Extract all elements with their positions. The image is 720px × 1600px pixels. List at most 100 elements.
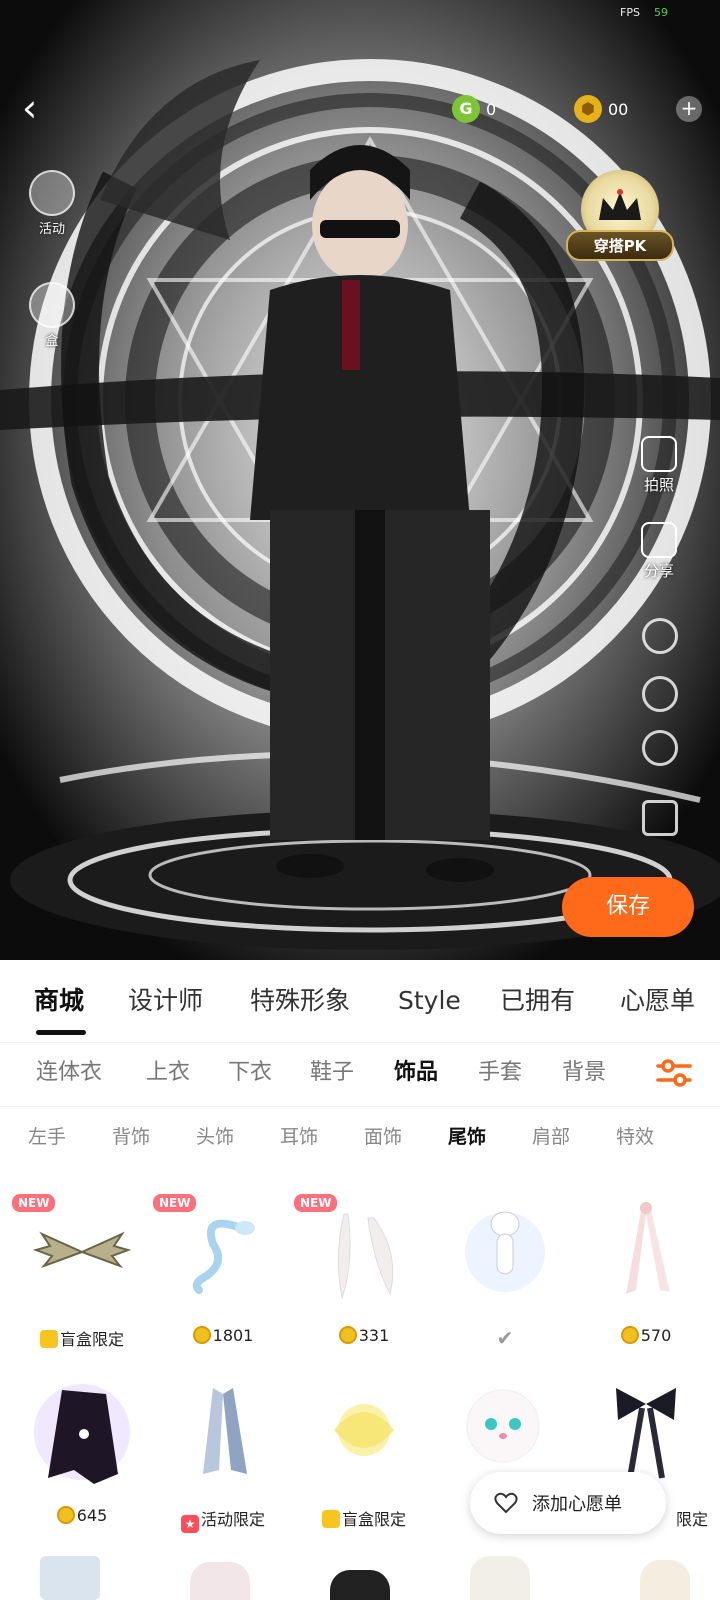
item-price-text: 331 xyxy=(358,1326,390,1345)
category-gloves[interactable]: 手套 xyxy=(478,1050,522,1096)
coin-icon xyxy=(192,1326,211,1344)
blind-box-button[interactable]: 盒 xyxy=(24,282,80,349)
item-card[interactable]: 645 xyxy=(12,1366,152,1546)
subtab-back[interactable]: 背饰 xyxy=(112,1116,150,1158)
category-top[interactable]: 上衣 xyxy=(146,1050,190,1096)
photo-button[interactable]: 拍照 xyxy=(634,436,684,495)
item-price-text: 645 xyxy=(76,1506,108,1525)
tab-style[interactable]: Style xyxy=(398,960,461,1042)
gender-switch-icon[interactable] xyxy=(642,800,678,836)
coin-icon xyxy=(338,1326,357,1344)
event-star-icon: ★ xyxy=(180,1515,199,1533)
subtab-ear[interactable]: 耳饰 xyxy=(280,1116,318,1158)
subtab-tail[interactable]: 尾饰 xyxy=(448,1116,486,1158)
checkmark-icon: ✔ xyxy=(496,1326,514,1350)
category-onepiece[interactable]: 连体衣 xyxy=(36,1050,102,1096)
item-card-partial[interactable] xyxy=(470,1556,530,1600)
camera-icon xyxy=(641,436,677,472)
main-tabs: 商城 设计师 特殊形象 Style 已拥有 心愿单 xyxy=(0,960,720,1042)
new-badge: NEW xyxy=(153,1194,197,1212)
cat-pendant-image xyxy=(465,1211,545,1292)
item-card[interactable]: 570 xyxy=(576,1186,716,1366)
photo-label: 拍照 xyxy=(643,476,674,494)
item-price-text: 570 xyxy=(640,1326,672,1345)
share-icon xyxy=(641,522,677,558)
tab-wishlist[interactable]: 心愿单 xyxy=(620,960,695,1042)
activity-button[interactable]: 活动 xyxy=(24,170,80,237)
magic-circle-background xyxy=(0,0,720,960)
item-price: 331 xyxy=(294,1326,434,1345)
rotate-icon[interactable] xyxy=(642,618,678,654)
avatar-scene[interactable]: FPS 59 ‹ G 0 ⬢ 00 + 活动 盒 穿搭PK 拍照 分享 保存 xyxy=(0,0,720,960)
category-accessories[interactable]: 饰品 xyxy=(394,1050,438,1096)
tab-designer[interactable]: 设计师 xyxy=(128,960,203,1042)
coin-icon xyxy=(56,1506,75,1524)
subtab-head[interactable]: 头饰 xyxy=(196,1116,234,1158)
share-label: 分享 xyxy=(643,562,674,580)
g-currency-value: 0 xyxy=(486,99,497,119)
item-card-partial[interactable] xyxy=(330,1570,390,1600)
item-price-text: 盲盒限定 xyxy=(341,1510,406,1529)
filter-icon[interactable] xyxy=(656,1056,692,1090)
item-card-partial[interactable] xyxy=(190,1562,250,1600)
item-price: 盲盒限定 xyxy=(294,1506,434,1530)
item-price: 1801 xyxy=(153,1326,293,1345)
add-currency-button[interactable]: + xyxy=(676,96,702,122)
save-button[interactable]: 保存 xyxy=(562,877,694,937)
item-card[interactable]: NEW 1801 xyxy=(153,1186,293,1366)
g-currency: G 0 xyxy=(452,94,496,124)
item-card[interactable]: NEW 盲盒限定 xyxy=(12,1186,152,1366)
new-badge: NEW xyxy=(294,1194,338,1212)
coin-currency-value: 00 xyxy=(608,99,629,119)
blind-box-icon xyxy=(39,1330,58,1348)
pink-ribbons-image xyxy=(626,1202,670,1294)
category-shoes[interactable]: 鞋子 xyxy=(310,1050,354,1096)
dark-cape-image xyxy=(34,1384,130,1484)
subtab-left-hand[interactable]: 左手 xyxy=(28,1116,66,1158)
divider xyxy=(0,1042,720,1043)
tab-owned[interactable]: 已拥有 xyxy=(500,960,575,1042)
outfit-pk-label: 穿搭PK xyxy=(566,230,674,261)
owned-indicator: ✔ xyxy=(435,1326,575,1350)
undo-icon[interactable] xyxy=(642,676,678,712)
divider xyxy=(0,1106,720,1107)
share-button[interactable]: 分享 xyxy=(634,522,684,581)
item-card-partial[interactable] xyxy=(640,1560,690,1600)
g-coin-icon: G xyxy=(452,95,480,123)
category-bottom[interactable]: 下衣 xyxy=(228,1050,272,1096)
new-badge: NEW xyxy=(12,1194,56,1212)
gold-coin-icon: ⬢ xyxy=(574,95,602,123)
category-background[interactable]: 背景 xyxy=(562,1050,606,1096)
heart-icon xyxy=(494,1492,518,1514)
item-price-text: 限定 xyxy=(675,1510,708,1529)
active-tab-indicator xyxy=(36,1030,86,1035)
subtab-face[interactable]: 面饰 xyxy=(364,1116,402,1158)
item-card[interactable]: 盲盒限定 xyxy=(294,1366,434,1546)
item-price-text: 活动限定 xyxy=(200,1510,265,1529)
subtab-effects[interactable]: 特效 xyxy=(616,1116,654,1158)
item-price: 570 xyxy=(576,1326,716,1345)
back-arrow-icon[interactable]: ‹ xyxy=(22,88,58,128)
fps-counter: FPS 59 xyxy=(620,6,668,19)
outfit-pk-button[interactable]: 穿搭PK xyxy=(566,170,674,261)
wishlist-label: 添加心愿单 xyxy=(532,1494,622,1515)
item-price: 盲盒限定 xyxy=(12,1326,152,1350)
subtab-shoulder[interactable]: 肩部 xyxy=(532,1116,570,1158)
item-card[interactable]: ✔ xyxy=(435,1186,575,1366)
redo-icon[interactable] xyxy=(642,730,678,766)
item-card-partial[interactable] xyxy=(40,1556,100,1600)
item-price: ★ 活动限定 xyxy=(153,1506,293,1533)
blue-ribbons-image xyxy=(203,1388,247,1474)
add-to-wishlist-button[interactable]: 添加心愿单 xyxy=(470,1472,666,1534)
coin-currency: ⬢ 00 xyxy=(574,94,628,124)
tab-special-image[interactable]: 特殊形象 xyxy=(250,960,350,1042)
blind-box-label: 盒 xyxy=(45,334,59,349)
item-card[interactable]: ★ 活动限定 xyxy=(153,1366,293,1546)
coin-icon xyxy=(620,1326,639,1344)
item-price-text: 1801 xyxy=(212,1326,254,1345)
item-price: 645 xyxy=(12,1506,152,1525)
activity-label: 活动 xyxy=(38,222,65,237)
blind-box-icon xyxy=(321,1510,340,1528)
item-card[interactable]: NEW 331 xyxy=(294,1186,434,1366)
lantern-icon xyxy=(29,170,75,216)
